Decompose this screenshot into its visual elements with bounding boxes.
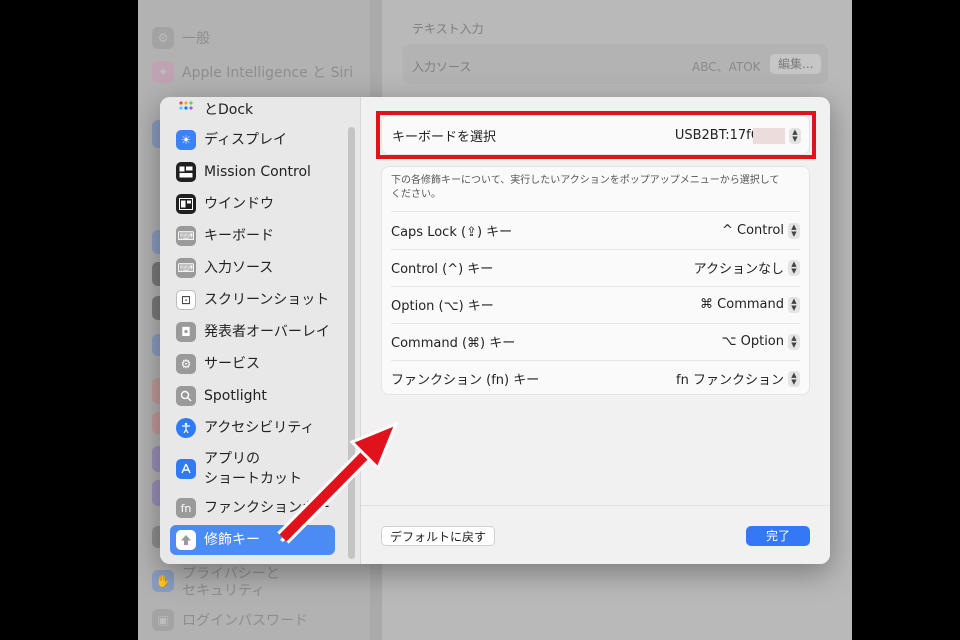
gear-icon: ⚙ [152,27,174,49]
sidebar-item-label: ショートカット [204,471,302,487]
chevron-updown-icon: ▲ ▼ [788,259,800,276]
command-row: Command (⌘) キー ⌥ Option ▲ ▼ [391,323,800,360]
sidebar-item-app-shortcuts[interactable]: アプリの ショートカット [170,449,335,489]
sidebar-item-label: ディスプレイ [204,132,288,148]
restore-defaults-button[interactable]: デフォルトに戻す [381,526,495,546]
sidebar-item-label: 修飾キー [204,532,260,548]
bg-sidebar-label: セキュリティ [182,583,266,599]
modifier-keys-dialog: とDock ☀ ディスプレイ Mission Control ウインドウ ⌨ キ… [160,97,830,564]
sidebar-item-services[interactable]: ⚙ サービス [170,353,335,375]
screen: ⚙ 一般 ✦ Apple Intelligence と Siri ✋ プライバシ… [0,0,960,640]
sidebar-item-label: ウインドウ [204,196,274,212]
sidebar-item-label: Spotlight [204,388,267,404]
chevron-updown-icon: ▲ ▼ [788,296,800,313]
bg-row-value: ABC、ATOK [692,60,761,74]
screenshot-icon: ⊡ [176,290,196,310]
caps-lock-label: Caps Lock (⇪) キー [391,225,513,240]
control-popup[interactable]: アクションなし ▲ ▼ [694,258,800,277]
bg-sidebar-item-login-password: ▣ ログインパスワード [152,608,308,632]
dock-icon [176,97,196,117]
sidebar-item-presenter-overlay[interactable]: ◘ 発表者オーバーレイ [170,321,335,343]
bg-row-label: 入力ソース [412,60,472,74]
mission-control-icon [176,162,196,182]
sidebar-item-label: サービス [204,356,260,372]
function-label: ファンクション (fn) キー [391,373,540,388]
accessibility-icon [176,418,196,438]
sidebar-item-display[interactable]: ☀ ディスプレイ [170,129,335,151]
bg-sidebar-item-siri: ✦ Apple Intelligence と Siri [152,60,353,84]
app-store-icon [176,459,196,479]
sidebar-item-spotlight[interactable]: Spotlight [170,385,335,407]
control-value: アクションなし [693,262,784,277]
caps-lock-row: Caps Lock (⇪) キー ^ Control ▲ ▼ [391,212,800,249]
option-value: ⌘ Command [700,297,784,312]
sun-icon: ☀ [176,130,196,150]
bg-sidebar-item-general: ⚙ 一般 [152,26,210,50]
sidebar-item-keyboard[interactable]: ⌨ キーボード [170,225,335,247]
modifier-description: 下の各修飾キーについて、実行したいアクションをポップアップメニューから選択してく… [391,175,780,200]
magnifier-icon [176,386,196,406]
sidebar-item-label-wrap: アプリの ショートカット [204,449,302,489]
bg-sidebar-label-wrap: プライバシーと セキュリティ [182,566,280,600]
siri-icon: ✦ [152,61,174,83]
option-row: Option (⌥) キー ⌘ Command ▲ ▼ [391,286,800,323]
caps-lock-popup[interactable]: ^ Control ▲ ▼ [721,222,800,239]
services-gear-icon: ⚙ [176,354,196,374]
bg-sidebar-label: プライバシーと [182,566,280,582]
sidebar-item-accessibility[interactable]: アクセシビリティ [170,417,335,439]
function-value: fn ファンクション [676,373,784,388]
sidebar-scrollbar[interactable] [348,127,355,559]
control-label: Control (^) キー [391,262,494,277]
keyboard-icon: ⌨ [176,258,196,278]
command-popup[interactable]: ⌥ Option ▲ ▼ [721,333,800,350]
sidebar-item-label: 発表者オーバーレイ [204,324,330,340]
sidebar-item-modifier-keys[interactable]: 修飾キー [170,525,335,555]
chevron-updown-icon: ▲ ▼ [788,370,800,387]
sidebar-item-label: とDock [204,102,254,118]
red-highlight-box [376,111,816,159]
bg-sidebar-label: 一般 [182,31,210,47]
chevron-updown-icon: ▲ ▼ [788,222,800,239]
bg-sidebar-label: ログインパスワード [182,613,308,629]
function-popup[interactable]: fn ファンクション ▲ ▼ [676,369,800,388]
command-label: Command (⌘) キー [391,336,516,351]
dialog-sidebar: とDock ☀ ディスプレイ Mission Control ウインドウ ⌨ キ… [160,97,361,564]
done-button[interactable]: 完了 [746,526,810,546]
modifier-up-icon [176,530,196,550]
control-row: Control (^) キー アクションなし ▲ ▼ [391,249,800,286]
sidebar-item-label: ファンクションキー [204,500,330,516]
bg-section-title: テキスト入力 [412,22,484,36]
footer-divider [361,505,830,506]
option-popup[interactable]: ⌘ Command ▲ ▼ [700,296,800,313]
window-icon [176,194,196,214]
bg-sidebar-label: Apple Intelligence と Siri [182,65,354,81]
fn-icon: fn [176,498,196,518]
hand-icon: ✋ [152,570,174,592]
option-label: Option (⌥) キー [391,299,494,314]
sidebar-item-label: スクリーンショット [204,292,330,308]
caps-lock-value: ^ Control [721,223,784,238]
lock-icon: ▣ [152,609,174,631]
sidebar-item-screenshot[interactable]: ⊡ スクリーンショット [170,289,335,311]
chevron-updown-icon: ▲ ▼ [788,333,800,350]
sidebar-item-label: Mission Control [204,164,311,180]
bg-sidebar-item-privacy: ✋ プライバシーと セキュリティ [152,566,280,602]
sidebar-item-mission-control[interactable]: Mission Control [170,161,335,183]
sidebar-item-function-keys[interactable]: fn ファンクションキー [170,497,335,519]
sidebar-item-label: アクセシビリティ [204,420,315,436]
sidebar-item-label: 入力ソース [204,260,274,276]
sidebar-item-window[interactable]: ウインドウ [170,193,335,215]
sidebar-item-dock[interactable]: とDock [170,97,335,119]
function-row: ファンクション (fn) キー fn ファンクション ▲ ▼ [391,360,800,397]
presenter-icon: ◘ [176,322,196,342]
sidebar-item-label: キーボード [204,228,274,244]
command-value: ⌥ Option [721,334,785,349]
keyboard-icon: ⌨ [176,226,196,246]
dialog-main: キーボードを選択 USB2BT:17f6 ▲ ▼ 下の各修飾キーについて、実行した… [361,97,830,564]
sidebar-item-input-sources[interactable]: ⌨ 入力ソース [170,257,335,279]
bg-edit-button: 編集... [770,54,822,74]
sidebar-item-label: アプリの [204,451,260,467]
